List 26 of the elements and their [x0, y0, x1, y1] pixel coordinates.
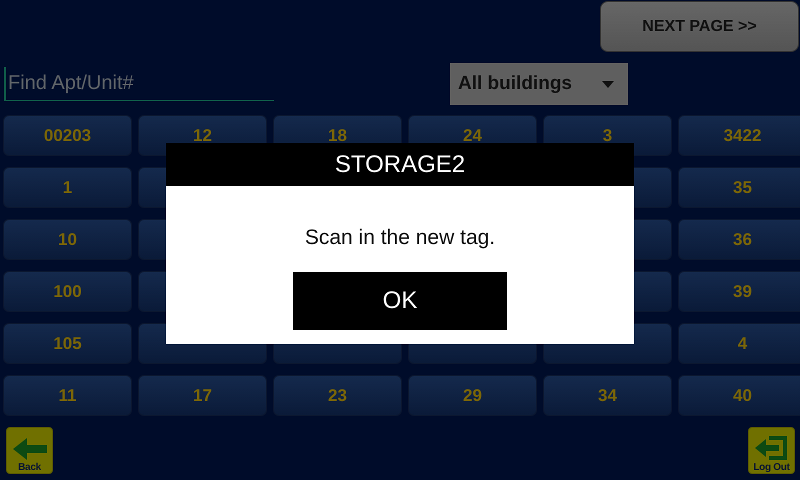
building-dropdown[interactable]: All buildings: [450, 63, 628, 105]
unit-button[interactable]: 39: [678, 271, 800, 312]
dialog-title: STORAGE2: [166, 143, 634, 186]
unit-button[interactable]: 23: [273, 375, 402, 416]
unit-button[interactable]: 40: [678, 375, 800, 416]
dialog-message: Scan in the new tag.: [304, 226, 496, 250]
unit-button[interactable]: 35: [678, 167, 800, 208]
unit-button[interactable]: 00203: [3, 115, 132, 156]
caret-icon: [602, 80, 614, 88]
unit-button[interactable]: 11: [3, 375, 132, 416]
unit-button[interactable]: 105: [3, 323, 132, 364]
logout-button[interactable]: Log Out: [748, 427, 795, 474]
unit-button[interactable]: 4: [678, 323, 800, 364]
unit-button[interactable]: 100: [3, 271, 132, 312]
ok-button[interactable]: OK: [293, 272, 507, 330]
next-page-button[interactable]: NEXT PAGE >>: [600, 1, 799, 52]
unit-button[interactable]: 3422: [678, 115, 800, 156]
unit-button[interactable]: 17: [138, 375, 267, 416]
unit-button[interactable]: 29: [408, 375, 537, 416]
back-button[interactable]: Back: [6, 427, 53, 474]
unit-button[interactable]: 1: [3, 167, 132, 208]
left-arrow-icon: [10, 436, 48, 462]
search-field[interactable]: Find Apt/Unit#: [4, 67, 274, 101]
unit-button[interactable]: 36: [678, 219, 800, 260]
unit-button[interactable]: 10: [3, 219, 132, 260]
unit-button[interactable]: 34: [543, 375, 672, 416]
